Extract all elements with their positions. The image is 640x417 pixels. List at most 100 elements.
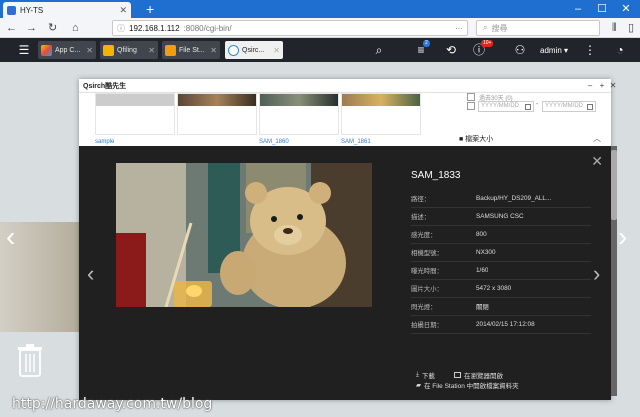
backup-icon[interactable]: ⟲ (443, 42, 459, 58)
open-in-browser-button[interactable]: 在瀏覽器開啟 (454, 370, 503, 380)
qsirch-icon (228, 44, 239, 56)
dashboard-icon[interactable]: ◔ (612, 42, 628, 58)
info-value: 800 (476, 231, 487, 238)
viewer-close-icon[interactable]: ✕ (591, 154, 603, 168)
forward-icon[interactable]: → (26, 20, 37, 36)
tab-file-station[interactable]: File St... ✕ (162, 41, 220, 59)
close-icon[interactable]: ✕ (119, 5, 127, 16)
qfiling-icon (103, 44, 114, 56)
window-titlebar: Qsirch酷先生 – + ✕ (79, 79, 616, 93)
thumbnail-caption[interactable]: sample (95, 139, 114, 145)
window-close-icon[interactable]: ✕ (616, 1, 636, 17)
info-key: 感光度： (411, 232, 437, 239)
info-row: 路徑： Backup/HY_DS209_ALL... (411, 190, 591, 208)
desktop-prev-arrow-icon[interactable]: ‹ (6, 222, 15, 252)
tab-app-center[interactable]: App C... ✕ (38, 41, 96, 59)
info-key: 圖片大小： (411, 286, 443, 293)
date-to-input[interactable]: YYYY/MM/DD (542, 101, 596, 112)
notification-icon[interactable]: ⓘ 10+ (471, 40, 494, 58)
result-thumbnail[interactable] (259, 93, 339, 135)
menu-icon[interactable]: ☰ (16, 42, 32, 58)
filter-panel: 過去30天 (0) YYYY/MM/DD - YYYY/MM/DD ■ 檔案大小… (459, 93, 611, 145)
qts-taskbar: ☰ App C... ✕ Qfiling ✕ File St... ✕ Qsir… (0, 38, 640, 62)
library-icon[interactable]: ⫴ (612, 20, 617, 36)
info-value: 1/60 (476, 267, 489, 274)
info-key: 曝光時間： (411, 268, 443, 275)
window-maximize-icon[interactable]: + (597, 80, 607, 91)
reload-icon[interactable]: ↻ (48, 20, 57, 36)
browser-tab[interactable]: HY-TS ✕ (3, 2, 131, 18)
tab-qsirch[interactable]: Qsirc... ✕ (225, 41, 283, 59)
date-range-checkbox[interactable] (467, 102, 475, 110)
info-key: 相機型號： (411, 250, 443, 257)
filter-checkbox[interactable] (467, 93, 475, 101)
viewer-scrollbar[interactable] (611, 146, 617, 396)
info-key: 閃光燈： (411, 304, 437, 311)
thumbnail-caption[interactable]: SAM_1861 (341, 139, 371, 145)
info-value: 2014/02/15 17:12:08 (476, 321, 535, 328)
calendar-icon[interactable] (587, 104, 593, 110)
open-in-filestation-button[interactable]: ▰ 在 File Station 中開啟檔案資料夾 (416, 380, 519, 390)
browser-search-input[interactable]: ⌕ 搜尋 (476, 20, 600, 36)
watermark: http://hardaway.com.tw/blog (12, 396, 213, 412)
url-bar[interactable]: ⓘ 192.168.1.112:8080/cgi-bin/ ⋯ (112, 20, 468, 36)
chevron-up-icon[interactable]: ︿ (593, 133, 601, 144)
close-icon[interactable]: ✕ (210, 46, 217, 55)
recycle-bin-icon[interactable] (17, 343, 43, 377)
photo-preview (116, 163, 372, 307)
viewer-prev-icon[interactable]: ‹ (87, 262, 94, 286)
tasks-icon[interactable]: ≡ 2 (413, 40, 430, 58)
date-from-input[interactable]: YYYY/MM/DD (478, 101, 534, 112)
maximize-icon[interactable]: ☐ (592, 1, 612, 17)
info-key: 路徑： (411, 196, 431, 203)
notification-badge: 10+ (481, 40, 494, 47)
back-icon[interactable]: ← (6, 20, 17, 36)
desktop-next-arrow-icon[interactable]: › (618, 222, 627, 252)
info-row: 曝光時間： 1/60 (411, 262, 591, 280)
close-icon[interactable]: ✕ (273, 46, 280, 55)
url-path: :8080/cgi-bin/ (183, 23, 232, 33)
more-vert-icon[interactable]: ⋮ (582, 42, 598, 58)
download-label: 下載 (421, 373, 435, 380)
browser-titlebar: HY-TS ✕ + – ☐ ✕ (0, 0, 640, 18)
window-close-icon[interactable]: ✕ (608, 80, 618, 91)
viewer-next-icon[interactable]: › (593, 262, 600, 286)
minimize-icon[interactable]: – (568, 1, 588, 17)
result-thumbnail[interactable] (341, 93, 421, 135)
scrollbar-thumb[interactable] (611, 150, 617, 220)
file-size-section[interactable]: ■ 檔案大小 (459, 134, 493, 144)
tasks-badge: 2 (423, 40, 430, 47)
new-tab-button[interactable]: + (146, 1, 154, 17)
search-placeholder: 搜尋 (491, 23, 508, 33)
url-host: 192.168.1.112 (129, 23, 180, 33)
search-icon[interactable]: ⌕ (371, 42, 387, 58)
window-minimize-icon[interactable]: – (585, 80, 595, 91)
calendar-icon[interactable] (525, 104, 531, 110)
user-menu[interactable]: admin ▾ (540, 46, 568, 55)
thumbnail-caption[interactable]: SAM_1860 (259, 139, 289, 145)
result-thumbnail[interactable] (95, 93, 175, 135)
download-button[interactable]: ⤓ 下載 (416, 370, 435, 380)
info-value: NX300 (476, 249, 496, 256)
tab-label: Qsirc... (242, 46, 265, 54)
info-value: Backup/HY_DS209_ALL... (476, 195, 552, 202)
close-icon[interactable]: ✕ (86, 46, 93, 55)
user-icon[interactable]: ⚇ (512, 42, 528, 58)
browser-navbar: ← → ↻ ⌂ ⓘ 192.168.1.112:8080/cgi-bin/ ⋯ … (0, 18, 640, 38)
username: admin (540, 46, 562, 55)
app-center-icon (41, 44, 52, 56)
home-icon[interactable]: ⌂ (72, 20, 79, 36)
image-viewer: ✕ ‹ › SAM_1833 路徑： Backup/HY_DS209_ALL...… (79, 146, 611, 400)
info-row: 相機型號： NX300 (411, 244, 591, 262)
close-icon[interactable]: ✕ (148, 46, 155, 55)
info-row: 描述： SAMSUNG CSC (411, 208, 591, 226)
search-icon: ⌕ (483, 23, 488, 32)
info-row: 感光度： 800 (411, 226, 591, 244)
tab-label: File St... (179, 46, 205, 54)
result-thumbnail[interactable] (177, 93, 257, 135)
viewer-title: SAM_1833 (411, 170, 461, 181)
tab-qfiling[interactable]: Qfiling ✕ (100, 41, 158, 59)
sidebar-icon[interactable]: ▯ (628, 20, 634, 36)
tab-label: App C... (55, 46, 81, 54)
more-icon[interactable]: ⋯ (455, 24, 463, 33)
